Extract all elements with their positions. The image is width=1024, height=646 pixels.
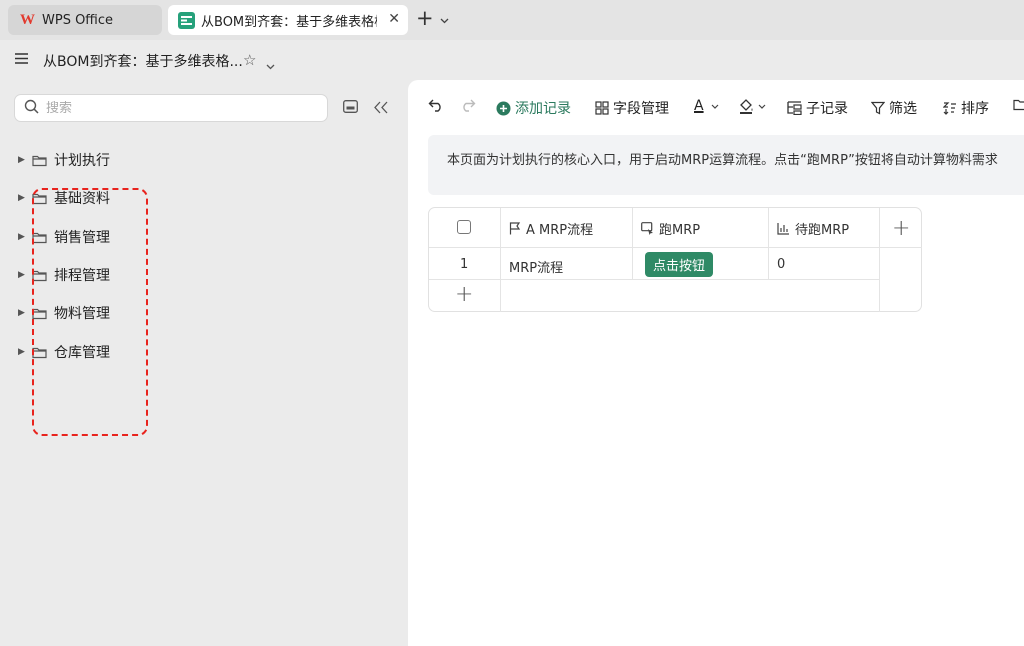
folder-icon bbox=[32, 307, 47, 320]
folder-item[interactable]: ▶ 物料管理 bbox=[18, 301, 198, 325]
search-box[interactable] bbox=[14, 94, 328, 122]
multidim-table-icon bbox=[178, 11, 195, 29]
column-header-mrp-flow[interactable]: A MRP流程 bbox=[509, 219, 593, 238]
paint-bucket-icon bbox=[738, 98, 754, 114]
field-manage-button[interactable]: 字段管理 bbox=[595, 98, 669, 118]
run-mrp-button[interactable]: 点击按钮 bbox=[645, 252, 714, 277]
toolbar: 添加记录 字段管理 A 子记录 筛选 排序 bbox=[408, 80, 1024, 134]
sub-record-label: 子记录 bbox=[806, 101, 848, 117]
tab-document-label: 从BOM到齐套：基于多维表格构建 bbox=[201, 14, 377, 30]
document-title[interactable]: 从BOM到齐套：基于多维表格... bbox=[43, 51, 243, 71]
column-label: A MRP流程 bbox=[526, 223, 594, 238]
document-header: 从BOM到齐套：基于多维表格... ☆ bbox=[0, 40, 1024, 80]
chevron-down-icon[interactable] bbox=[440, 12, 449, 28]
search-icon bbox=[24, 99, 39, 118]
grid-line bbox=[429, 279, 879, 280]
folder-icon bbox=[32, 231, 47, 244]
add-field-icon[interactable]: + bbox=[892, 216, 910, 241]
grid-line bbox=[879, 208, 880, 312]
number-field-icon bbox=[777, 222, 790, 235]
filter-icon bbox=[871, 101, 885, 115]
sidebar: ▶ 计划执行 ▶ 基础资料 ▶ 销售管理 ▶ 排程管理 ▶ 物料管理 ▶ 仓库管… bbox=[0, 80, 408, 646]
fill-color-button[interactable] bbox=[738, 98, 766, 114]
folder-label: 销售管理 bbox=[54, 230, 110, 246]
flag-icon bbox=[509, 222, 521, 235]
tab-bar: W WPS Office 从BOM到齐套：基于多维表格构建 ✕ + bbox=[0, 0, 1024, 40]
sub-record-button[interactable]: 子记录 bbox=[787, 98, 848, 118]
folder-item[interactable]: ▶ 计划执行 bbox=[18, 148, 198, 172]
add-record-button[interactable]: 添加记录 bbox=[496, 98, 571, 118]
sort-button[interactable]: 排序 bbox=[943, 98, 989, 118]
caret-right-icon[interactable]: ▶ bbox=[18, 308, 32, 318]
folder-label: 仓库管理 bbox=[54, 345, 110, 361]
grid-icon bbox=[595, 101, 609, 115]
cell-pending-mrp[interactable]: 0 bbox=[777, 257, 785, 272]
hierarchy-icon bbox=[787, 101, 802, 115]
page-description: 本页面为计划执行的核心入口，用于启动MRP运算流程。点击“跑MRP”按钮将自动计… bbox=[428, 135, 1024, 195]
caret-right-icon[interactable]: ▶ bbox=[18, 347, 32, 357]
cell-run-mrp: 点击按钮 bbox=[645, 252, 714, 277]
folder-label: 物料管理 bbox=[54, 306, 110, 322]
tab-wps-office[interactable]: W WPS Office bbox=[8, 5, 162, 35]
add-tab-icon[interactable]: + bbox=[416, 7, 434, 29]
field-manage-label: 字段管理 bbox=[613, 101, 669, 117]
folder-item[interactable]: ▶ 仓库管理 bbox=[18, 340, 198, 364]
plus-circle-icon bbox=[496, 101, 511, 116]
folder-icon bbox=[32, 269, 47, 282]
add-row-icon[interactable]: + bbox=[455, 282, 473, 307]
redo-icon[interactable] bbox=[460, 98, 476, 112]
tab-document[interactable]: 从BOM到齐套：基于多维表格构建 ✕ bbox=[168, 5, 408, 35]
folder-icon[interactable] bbox=[1013, 98, 1024, 111]
grid-line bbox=[429, 247, 922, 248]
grid-line bbox=[632, 208, 633, 280]
add-record-label: 添加记录 bbox=[515, 101, 571, 117]
main-panel: 添加记录 字段管理 A 子记录 筛选 排序 本页面为计划执行的核心入口，用于启动… bbox=[408, 80, 1024, 646]
wps-logo-icon: W bbox=[20, 11, 35, 28]
folder-item[interactable]: ▶ 排程管理 bbox=[18, 263, 198, 287]
chevron-down-icon bbox=[758, 104, 766, 109]
chevron-down-icon bbox=[711, 104, 719, 109]
collapse-sidebar-icon[interactable] bbox=[374, 99, 388, 118]
folder-item[interactable]: ▶ 基础资料 bbox=[18, 186, 198, 210]
caret-right-icon[interactable]: ▶ bbox=[18, 193, 32, 203]
search-input[interactable] bbox=[46, 100, 306, 116]
folder-item[interactable]: ▶ 销售管理 bbox=[18, 225, 198, 249]
folder-label: 计划执行 bbox=[54, 153, 110, 169]
filter-label: 筛选 bbox=[889, 101, 917, 117]
caret-right-icon[interactable]: ▶ bbox=[18, 270, 32, 280]
grid-line bbox=[768, 208, 769, 280]
tab-wps-label: WPS Office bbox=[42, 12, 114, 28]
button-field-icon bbox=[641, 222, 654, 235]
sort-icon bbox=[943, 101, 957, 115]
filter-button[interactable]: 筛选 bbox=[871, 98, 917, 118]
caret-right-icon[interactable]: ▶ bbox=[18, 232, 32, 242]
menu-icon[interactable] bbox=[15, 52, 28, 68]
column-header-run-mrp[interactable]: 跑MRP bbox=[641, 219, 700, 238]
undo-icon[interactable] bbox=[428, 98, 444, 112]
column-label: 待跑MRP bbox=[795, 223, 850, 238]
grid-line bbox=[500, 208, 501, 312]
row-index: 1 bbox=[460, 257, 469, 272]
folder-icon bbox=[32, 346, 47, 359]
data-table: A MRP流程 跑MRP 待跑MRP + 1 MRP流程 点击按钮 0 + bbox=[428, 207, 922, 312]
select-all-checkbox[interactable] bbox=[457, 220, 471, 234]
close-icon[interactable]: ✕ bbox=[388, 11, 400, 27]
column-header-pending-mrp[interactable]: 待跑MRP bbox=[777, 219, 849, 238]
sort-label: 排序 bbox=[961, 101, 989, 117]
folder-icon bbox=[32, 154, 47, 167]
text-color-button[interactable]: A bbox=[694, 98, 719, 114]
folder-icon bbox=[32, 192, 47, 205]
star-icon[interactable]: ☆ bbox=[243, 51, 256, 69]
cell-mrp-flow[interactable]: MRP流程 bbox=[509, 257, 563, 276]
folder-label: 基础资料 bbox=[54, 191, 110, 207]
folder-label: 排程管理 bbox=[54, 268, 110, 284]
caret-right-icon[interactable]: ▶ bbox=[18, 155, 32, 165]
column-label: 跑MRP bbox=[659, 223, 701, 238]
text-color-icon: A bbox=[694, 98, 704, 114]
panel-toggle-icon[interactable] bbox=[343, 100, 358, 117]
chevron-down-icon[interactable] bbox=[266, 58, 275, 74]
